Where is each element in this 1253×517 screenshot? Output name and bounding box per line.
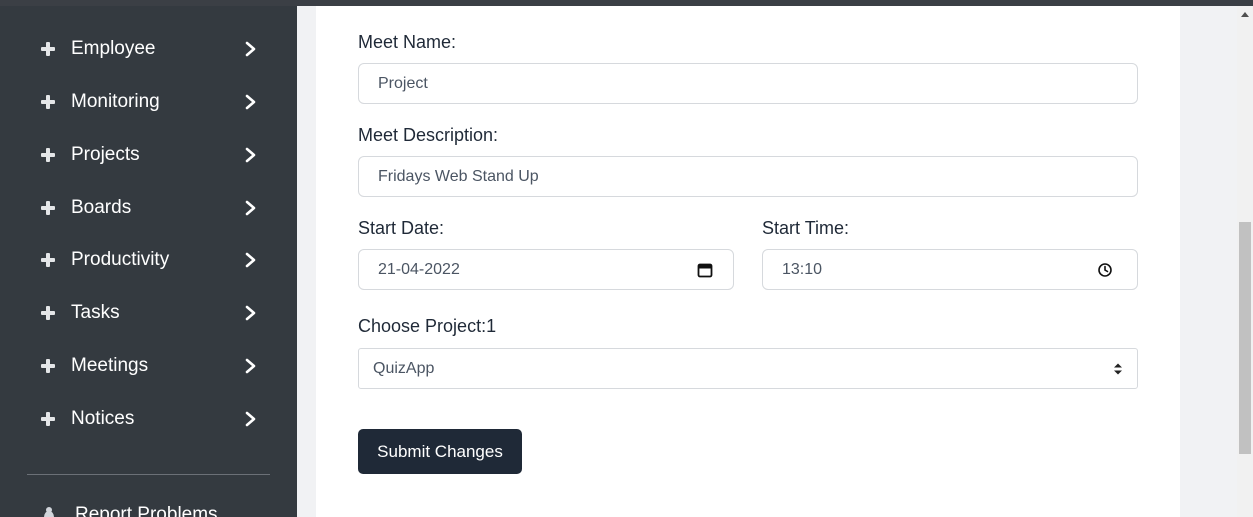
start-time-value: 13:10: [782, 260, 823, 278]
sidebar-item-notices[interactable]: Notices: [0, 392, 297, 445]
meet-description-input[interactable]: Fridays Web Stand Up: [358, 156, 1138, 197]
chevron-right-icon: [245, 147, 256, 162]
start-date-value: 21-04-2022: [378, 260, 460, 278]
plus-icon: [39, 410, 57, 428]
sidebar-item-meetings[interactable]: Meetings: [0, 339, 297, 392]
start-date-label: Start Date:: [358, 218, 445, 238]
sidebar: Employee Monitoring Projects Boards Prod…: [0, 6, 297, 517]
sidebar-item-label: Report Problems: [75, 504, 218, 517]
chevron-right-icon: [245, 94, 256, 109]
sidebar-divider: [27, 474, 270, 475]
plus-icon: [39, 199, 57, 217]
calendar-icon[interactable]: [697, 262, 713, 278]
bug-icon: [44, 507, 54, 517]
sidebar-item-projects[interactable]: Projects: [0, 128, 297, 181]
chevron-right-icon: [245, 252, 256, 267]
chevron-right-icon: [245, 305, 256, 320]
sidebar-item-label: Tasks: [71, 301, 120, 323]
chevron-right-icon: [245, 411, 256, 426]
start-time-label: Start Time:: [762, 218, 850, 238]
sidebar-item-label: Projects: [71, 143, 140, 165]
sidebar-item-report-problems[interactable]: Report Problems: [39, 504, 218, 517]
sidebar-item-label: Employee: [71, 37, 156, 59]
sidebar-item-label: Productivity: [71, 248, 170, 270]
choose-project-label: Choose Project:1: [358, 316, 497, 336]
vertical-scrollbar[interactable]: [1237, 6, 1253, 517]
project-select[interactable]: QuizApp: [358, 348, 1138, 389]
plus-icon: [39, 146, 57, 164]
plus-icon: [39, 93, 57, 111]
meet-name-input[interactable]: Project: [358, 63, 1138, 104]
sidebar-item-label: Meetings: [71, 354, 149, 376]
chevron-right-icon: [245, 358, 256, 373]
plus-icon: [39, 40, 57, 58]
submit-changes-button[interactable]: Submit Changes: [358, 429, 522, 474]
sidebar-item-label: Notices: [71, 407, 135, 429]
sidebar-item-boards[interactable]: Boards: [0, 181, 297, 234]
meet-description-label: Meet Description:: [358, 125, 499, 145]
scroll-up-arrow-icon[interactable]: [1241, 12, 1249, 17]
meet-name-label: Meet Name:: [358, 32, 457, 52]
select-arrows-icon: [1114, 363, 1122, 375]
plus-icon: [39, 304, 57, 322]
start-time-input[interactable]: 13:10: [762, 249, 1138, 290]
scrollbar-thumb[interactable]: [1239, 222, 1251, 454]
sidebar-item-employee[interactable]: Employee: [0, 22, 297, 75]
chevron-right-icon: [245, 200, 256, 215]
start-date-input[interactable]: 21-04-2022: [358, 249, 734, 290]
sidebar-item-label: Monitoring: [71, 90, 160, 112]
sidebar-item-label: Boards: [71, 196, 132, 218]
clock-icon[interactable]: [1097, 262, 1113, 278]
sidebar-item-productivity[interactable]: Productivity: [0, 233, 297, 286]
meet-description-value: Fridays Web Stand Up: [378, 167, 539, 185]
project-select-value: QuizApp: [373, 359, 435, 377]
sidebar-item-tasks[interactable]: Tasks: [0, 286, 297, 339]
sidebar-item-monitoring[interactable]: Monitoring: [0, 75, 297, 128]
chevron-right-icon: [245, 41, 256, 56]
plus-icon: [39, 251, 57, 269]
plus-icon: [39, 357, 57, 375]
meet-name-value: Project: [378, 74, 428, 92]
right-gutter: [1180, 6, 1237, 517]
